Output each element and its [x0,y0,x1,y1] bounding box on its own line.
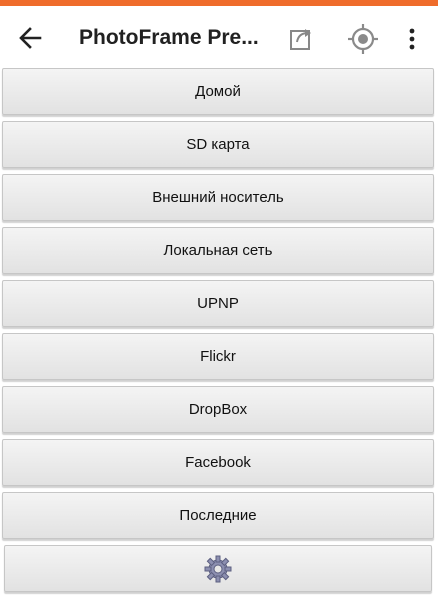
gear-icon [204,555,232,582]
menu-item-local-network[interactable]: Локальная сеть [2,227,434,274]
arrow-left-icon [19,27,42,49]
back-button[interactable] [16,24,46,52]
app-title: PhotoFrame Pre... [79,26,259,49]
settings-button[interactable] [4,545,432,592]
menu-item-facebook[interactable]: Facebook [2,439,434,486]
menu-item-recent[interactable]: Последние [2,492,434,539]
more-options-button[interactable] [402,24,422,54]
menu-item-upnp[interactable]: UPNP [2,280,434,327]
share-icon [290,29,311,50]
location-target-button[interactable] [346,22,380,56]
share-button[interactable] [287,23,317,53]
menu-item-external-storage[interactable]: Внешний носитель [2,174,434,221]
menu-item-dropbox[interactable]: DropBox [2,386,434,433]
gps-target-icon [348,24,378,54]
menu-item-home[interactable]: Домой [2,68,434,115]
menu-item-flickr[interactable]: Flickr [2,333,434,380]
app-bar: PhotoFrame Pre... [0,6,438,68]
menu-item-sd-card[interactable]: SD карта [2,121,434,168]
more-vertical-icon [409,28,415,50]
